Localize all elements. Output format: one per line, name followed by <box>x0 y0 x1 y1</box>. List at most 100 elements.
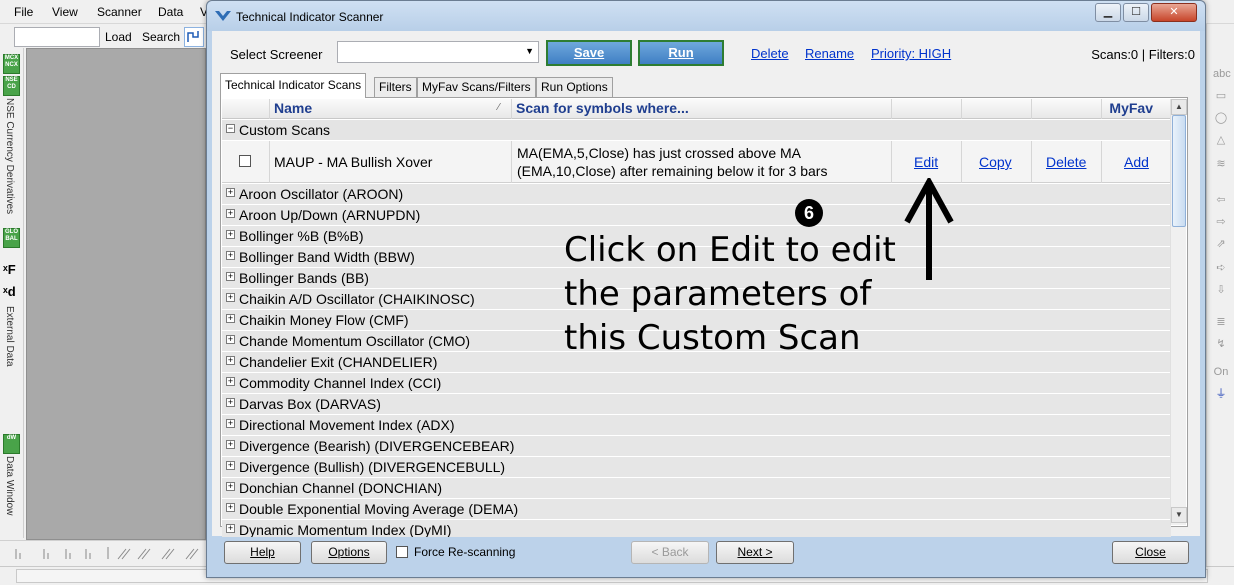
expand-icon[interactable]: + <box>226 461 235 470</box>
edit-scan-link[interactable]: Edit <box>914 154 938 170</box>
expand-icon[interactable]: + <box>226 314 235 323</box>
indicator-group-label: Directional Movement Index (ADX) <box>239 417 455 433</box>
symbol-input[interactable] <box>14 27 100 47</box>
options-button[interactable]: Options <box>311 541 387 564</box>
expand-icon[interactable]: + <box>226 377 235 386</box>
maximize-button[interactable]: ☐ <box>1123 3 1149 22</box>
delete-screener-link[interactable]: Delete <box>751 46 789 61</box>
scroll-down-icon[interactable]: ▼ <box>1171 507 1187 523</box>
dialog-titlebar[interactable]: Technical Indicator Scanner ▁ ☐ ✕ <box>207 1 1205 31</box>
tab-technical-indicator-scans[interactable]: Technical Indicator Scans <box>220 73 367 98</box>
arrow-right-icon[interactable]: ⇨ <box>1213 214 1229 230</box>
menu-scanner[interactable]: Scanner <box>97 5 142 19</box>
data-window-tab[interactable]: Data Window <box>4 456 15 515</box>
expand-icon[interactable]: + <box>226 188 235 197</box>
xf-icon[interactable]: ˣF <box>3 262 16 277</box>
grid-scrollbar[interactable]: ▲ ▼ <box>1170 99 1187 525</box>
indicator-group-row[interactable]: + Aroon Oscillator (AROON) <box>222 184 1171 205</box>
header-name[interactable]: Name <box>270 99 512 119</box>
xd-icon[interactable]: ˣd <box>3 284 16 299</box>
copy-scan-link[interactable]: Copy <box>979 154 1012 170</box>
indicator-group-row[interactable]: + Darvas Box (DARVAS) <box>222 394 1171 415</box>
tab-myfav[interactable]: MyFav Scans/Filters <box>417 77 536 97</box>
indicator-group-row[interactable]: + Divergence (Bullish) (DIVERGENCEBULL) <box>222 457 1171 478</box>
indicator-group-row[interactable]: + Aroon Up/Down (ARNUPDN) <box>222 205 1171 226</box>
rename-screener-link[interactable]: Rename <box>805 46 854 61</box>
expand-icon[interactable]: + <box>226 524 235 533</box>
help-button[interactable]: Help <box>224 541 301 564</box>
menu-data[interactable]: Data <box>158 5 183 19</box>
indicator-group-row[interactable]: + Donchian Channel (DONCHIAN) <box>222 478 1171 499</box>
scroll-thumb[interactable] <box>1172 115 1186 227</box>
indicator-group-label: Divergence (Bearish) (DIVERGENCEBEAR) <box>239 438 515 454</box>
indicator-group-label: Commodity Channel Index (CCI) <box>239 375 442 391</box>
indicator-group-label: Dynamic Momentum Index (DyMI) <box>239 522 452 538</box>
arrow-down-icon[interactable]: ⇩ <box>1213 282 1229 298</box>
nse-badge[interactable]: NSE CD <box>3 76 20 96</box>
wave-tool-icon[interactable]: ≋ <box>1213 156 1229 172</box>
ellipse-tool-icon[interactable]: ◯ <box>1213 110 1229 126</box>
global-badge[interactable]: GLO BAL <box>3 228 20 248</box>
force-rescanning-checkbox[interactable] <box>396 546 408 558</box>
chart-tool-icon[interactable] <box>184 27 204 47</box>
expand-icon[interactable]: + <box>226 230 235 239</box>
save-button[interactable]: Save <box>546 40 632 66</box>
arrow-up-right-icon[interactable]: ⇗ <box>1213 236 1229 252</box>
app-logo-icon <box>215 11 231 21</box>
indicator-group-row[interactable]: + Double Exponential Moving Average (DEMA… <box>222 499 1171 520</box>
drawing-tools-bar <box>0 540 210 566</box>
custom-scan-row[interactable]: MAUP - MA Bullish Xover MA(EMA,5,Close) … <box>222 141 1171 183</box>
arrow-left-icon[interactable]: ⇦ <box>1213 192 1229 208</box>
next-button[interactable]: Next > <box>716 541 794 564</box>
custom-scans-group[interactable]: − Custom Scans <box>222 120 1171 141</box>
nse-currency-tab[interactable]: NSE Currency Derivatives <box>4 98 15 214</box>
expand-icon[interactable]: + <box>226 293 235 302</box>
rectangle-tool-icon[interactable]: ▭ <box>1213 88 1229 104</box>
expand-icon[interactable]: + <box>226 251 235 260</box>
run-button[interactable]: Run <box>638 40 724 66</box>
expand-icon[interactable]: + <box>226 503 235 512</box>
header-myfav[interactable]: MyFav <box>1102 99 1171 119</box>
drawing-tools-icon[interactable] <box>0 541 210 565</box>
search-button[interactable]: Search <box>142 30 180 44</box>
menu-view[interactable]: View <box>52 5 78 19</box>
indicator-group-row[interactable]: + Directional Movement Index (ADX) <box>222 415 1171 436</box>
expand-icon[interactable]: + <box>226 482 235 491</box>
expand-icon[interactable]: + <box>226 356 235 365</box>
add-myfav-link[interactable]: Add <box>1124 154 1149 170</box>
delete-scan-link[interactable]: Delete <box>1046 154 1086 170</box>
triangle-tool-icon[interactable]: △ <box>1213 132 1229 148</box>
expand-icon[interactable]: + <box>226 209 235 218</box>
on-toggle[interactable]: On <box>1213 364 1229 380</box>
scroll-up-icon[interactable]: ▲ <box>1171 99 1187 115</box>
expand-icon[interactable]: + <box>226 335 235 344</box>
header-scan[interactable]: Scan for symbols where... <box>512 99 892 119</box>
back-button[interactable]: < Back <box>631 541 709 564</box>
collapse-icon[interactable]: − <box>226 124 235 133</box>
chart-canvas[interactable] <box>26 48 206 540</box>
tab-filters[interactable]: Filters <box>374 77 417 97</box>
expand-icon[interactable]: + <box>226 440 235 449</box>
expand-icon[interactable]: + <box>226 419 235 428</box>
load-button[interactable]: Load <box>105 30 132 44</box>
expand-icon[interactable]: + <box>226 398 235 407</box>
minimize-button[interactable]: ▁ <box>1095 3 1121 22</box>
text-tool-icon[interactable]: abc <box>1213 66 1231 82</box>
close-window-button[interactable]: ✕ <box>1151 3 1197 22</box>
screener-select[interactable]: ▼ <box>337 41 539 63</box>
menu-file[interactable]: File <box>14 5 33 19</box>
indicator-group-row[interactable]: + Commodity Channel Index (CCI) <box>222 373 1171 394</box>
cursor-tool-icon[interactable]: ↯ <box>1213 336 1229 352</box>
pitchfork-tool-icon[interactable]: ⏚ <box>1213 386 1229 402</box>
expand-icon[interactable]: + <box>226 272 235 281</box>
data-window-badge[interactable]: dW <box>3 434 20 454</box>
scan-row-checkbox[interactable] <box>239 155 251 167</box>
close-button[interactable]: Close <box>1112 541 1189 564</box>
external-data-tab[interactable]: External Data <box>4 306 15 367</box>
mcx-badge[interactable]: MCX NCX <box>3 54 20 74</box>
tab-run-options[interactable]: Run Options <box>536 77 613 97</box>
arrow-right-alt-icon[interactable]: ➪ <box>1213 260 1229 276</box>
indicator-group-row[interactable]: + Divergence (Bearish) (DIVERGENCEBEAR) <box>222 436 1171 457</box>
fib-tool-icon[interactable]: ≣ <box>1213 314 1229 330</box>
priority-link[interactable]: Priority: HIGH <box>871 46 951 61</box>
